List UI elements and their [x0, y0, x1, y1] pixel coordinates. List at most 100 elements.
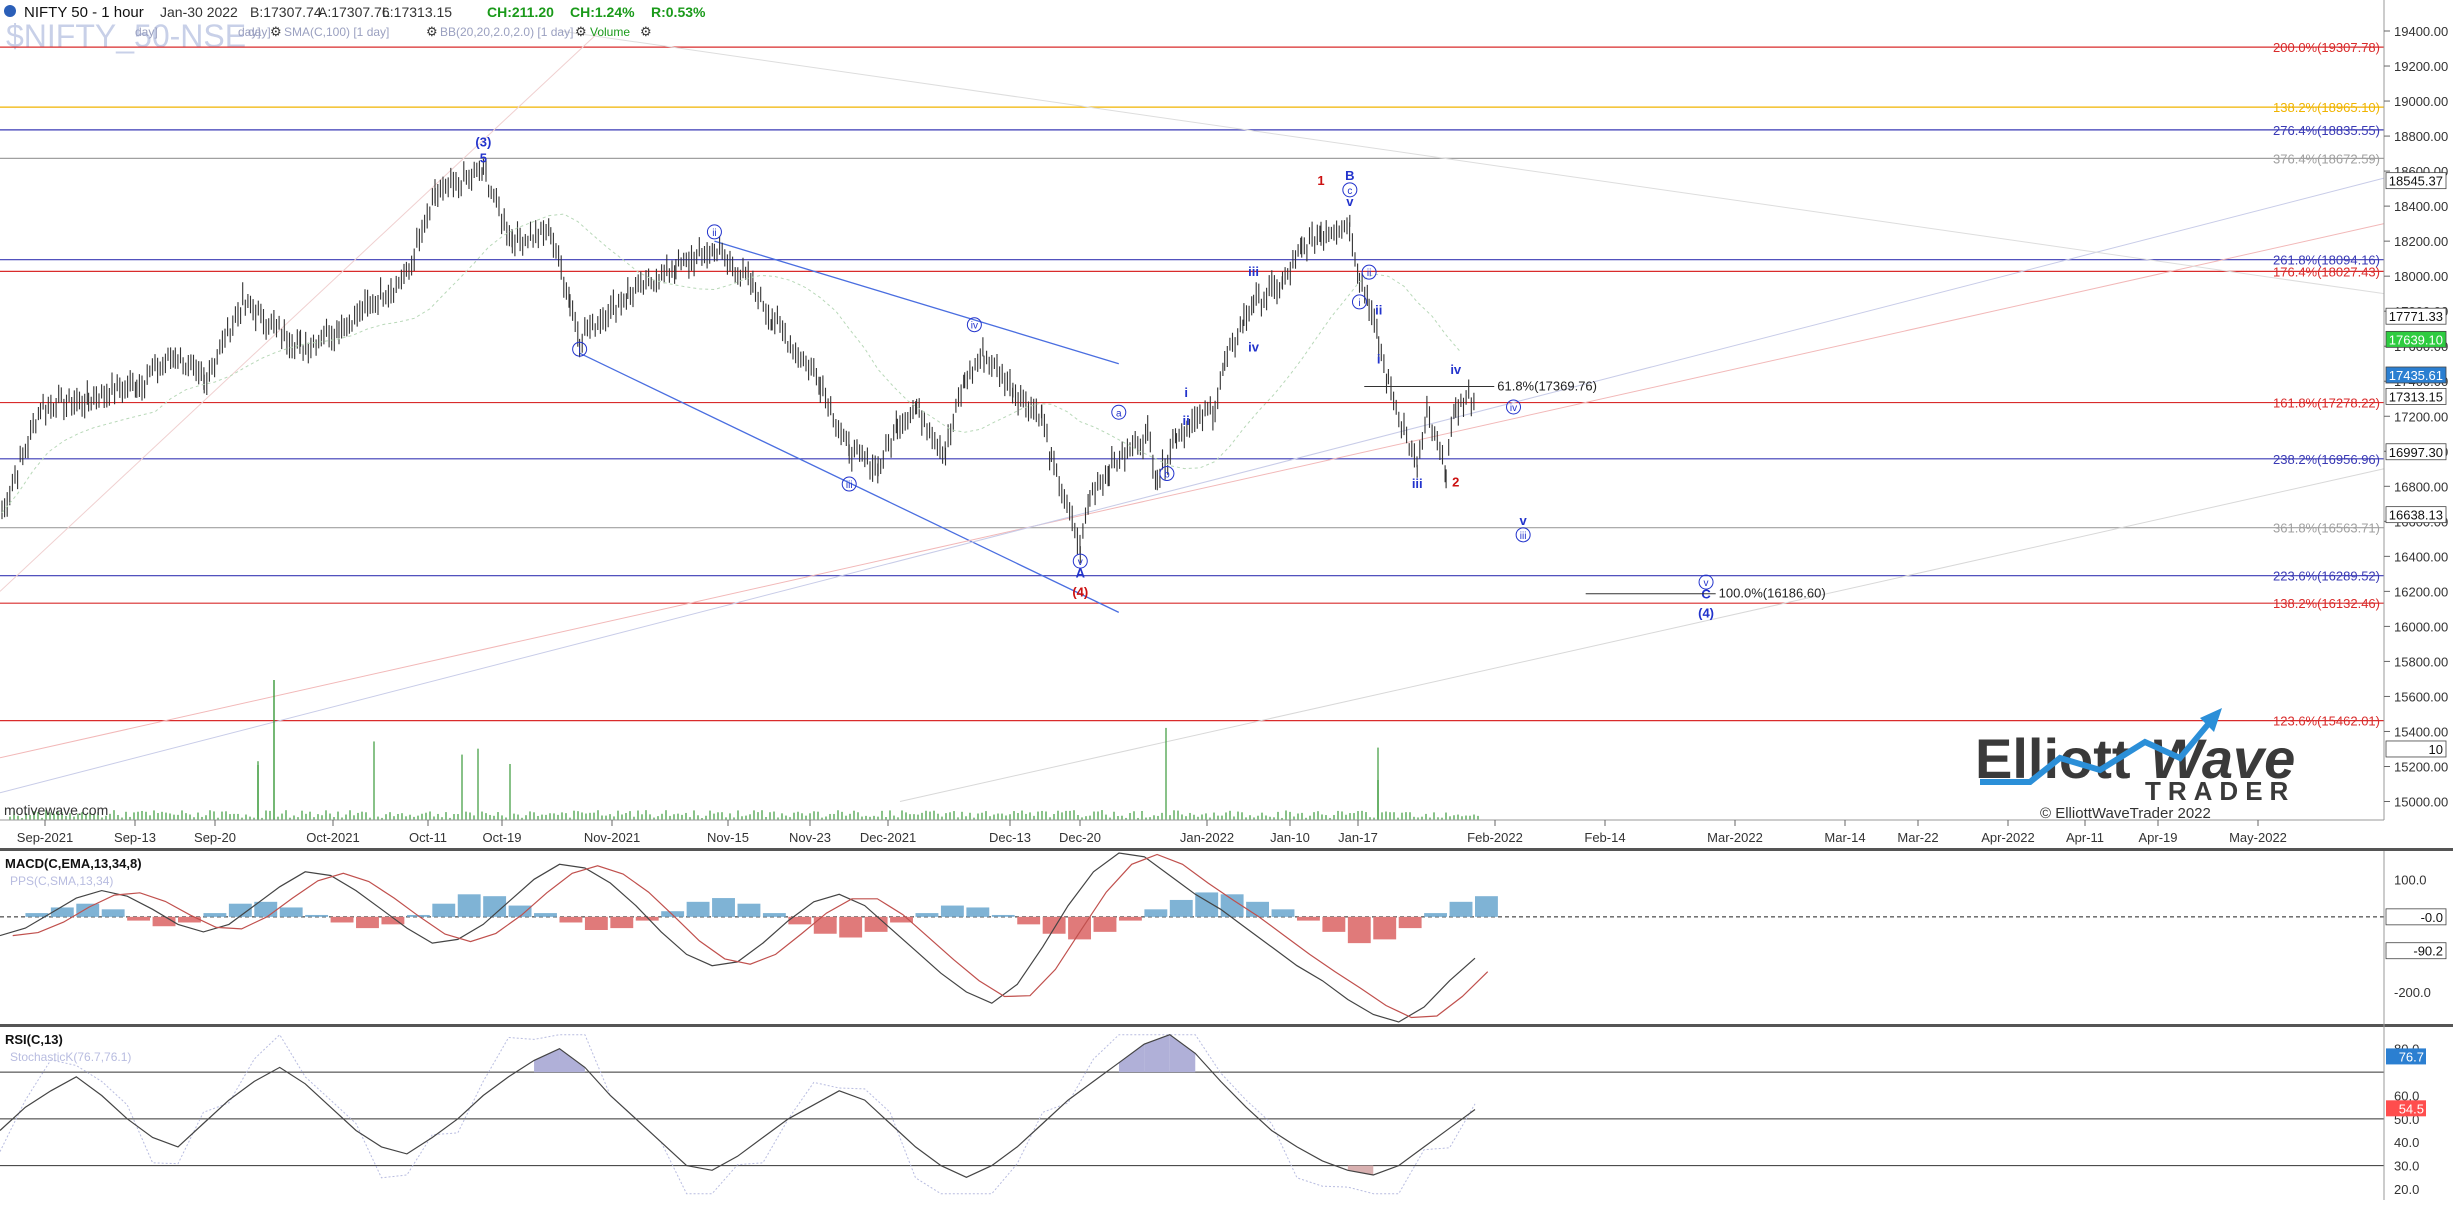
- time-tick-label: May-2022: [2229, 830, 2287, 845]
- symbol-watermark: $NIFTY_50-NSE: [6, 18, 246, 54]
- macd-histogram-bar: [76, 903, 100, 917]
- wave-label: i: [1377, 352, 1381, 367]
- macd-histogram-bar: [940, 905, 964, 917]
- macd-histogram-bar: [584, 916, 608, 930]
- fib-level-label: 361.8%(16563.71): [2273, 521, 2380, 536]
- gear-icon[interactable]: ⚙: [270, 24, 282, 39]
- time-tick-label: Apr-2022: [1981, 830, 2034, 845]
- macd-histogram-bar: [305, 914, 329, 917]
- wave-label: B: [1345, 168, 1354, 183]
- macd-zero-tag-label: -0.0: [2421, 910, 2443, 925]
- fib-level-label: 138.2%(16132.46): [2273, 596, 2380, 611]
- sma-indicator-label: SMA(C,100) [1 day]: [284, 25, 389, 39]
- price-tick-label: 19400.00: [2394, 24, 2448, 39]
- price-tag-label: 17435.61: [2389, 368, 2443, 383]
- macd-tick-label: 100.0: [2394, 872, 2427, 887]
- macd-histogram-bar: [178, 916, 201, 923]
- time-tick-label: Nov-2021: [584, 830, 640, 845]
- price-tick-label: 18800.00: [2394, 129, 2448, 144]
- price-tick-label: 16400.00: [2394, 549, 2448, 564]
- time-tick-label: Sep-2021: [17, 830, 73, 845]
- wave-label: iv: [971, 321, 978, 332]
- wave-label: iv: [1450, 362, 1462, 377]
- background: [0, 0, 2453, 1200]
- quote-range: R:0.53%: [651, 4, 706, 20]
- price-tick-label: 18400.00: [2394, 199, 2448, 214]
- macd-histogram-bar: [1093, 916, 1117, 932]
- price-tick-label: 18200.00: [2394, 234, 2448, 249]
- rsi-tick-label: 40.0: [2394, 1135, 2419, 1150]
- macd-histogram-bar: [1347, 916, 1371, 944]
- source-label: motivewave.com: [4, 802, 108, 818]
- time-tick-label: Apr-11: [2066, 830, 2104, 845]
- gear-icon[interactable]: ⚙: [575, 24, 587, 39]
- wave-label: iv: [1510, 403, 1517, 414]
- macd-histogram-bar: [534, 913, 557, 917]
- macd-histogram-bar: [1220, 894, 1244, 917]
- macd-histogram-bar: [279, 907, 303, 917]
- gear-icon[interactable]: ⚙: [426, 24, 438, 39]
- wave-label: ii: [1183, 413, 1190, 428]
- price-tag-label: 17313.15: [2389, 389, 2443, 404]
- price-tick-label: 15800.00: [2394, 654, 2448, 669]
- macd-histogram-bar: [1169, 899, 1193, 917]
- macd-title: MACD(C,EMA,13,34,8): [5, 856, 142, 871]
- time-tick-label: Oct-11: [409, 830, 447, 845]
- bb-indicator-label: BB(20,20,2.0,2.0) [1 day]: [440, 25, 573, 39]
- quote-change-pct: CH:1.24%: [570, 4, 635, 20]
- wave-label: ii: [712, 228, 716, 239]
- macd-histogram-bar: [1449, 901, 1473, 917]
- wave-label: (4): [1698, 606, 1714, 621]
- macd-histogram-bar: [1118, 916, 1142, 921]
- panel-divider[interactable]: [0, 1024, 2453, 1027]
- wave-label: ii: [1375, 303, 1382, 318]
- wave-label: iii: [1412, 476, 1423, 491]
- rsi-faint-legend: StochasticK(76.7,76.1): [10, 1050, 131, 1064]
- time-tick-label: Feb-14: [1584, 830, 1625, 845]
- macd-histogram-bar: [1398, 916, 1422, 929]
- symbol-icon[interactable]: [4, 5, 16, 17]
- time-tick-label: Jan-2022: [1180, 830, 1234, 845]
- time-tick-label: Dec-13: [989, 830, 1031, 845]
- wave-label: i: [1358, 298, 1360, 309]
- fib-level-label: 138.2%(18965.10): [2273, 100, 2380, 115]
- macd-histogram-bar: [457, 894, 481, 917]
- price-tick-label: 16000.00: [2394, 619, 2448, 634]
- time-tick-label: Jan-17: [1338, 830, 1378, 845]
- macd-tick-label: -200.0: [2394, 985, 2431, 1000]
- time-tick-label: Mar-2022: [1707, 830, 1763, 845]
- rsi-last-tag-label: 76.7: [2399, 1049, 2424, 1064]
- quote-bid: B:17307.74: [250, 4, 322, 20]
- time-tick-label: Nov-23: [789, 830, 831, 845]
- price-tag-label: 17771.33: [2389, 309, 2443, 324]
- chart-canvas[interactable]: $NIFTY_50-NSE 200.0%(19307.78) 138.2%(189…: [0, 0, 2453, 1200]
- wave-label: A: [1076, 565, 1086, 580]
- macd-histogram-bar: [127, 916, 151, 921]
- macd-histogram-bar: [356, 916, 379, 929]
- wave-label: 5: [480, 150, 487, 165]
- fib-level-label: 161.8%(17278.22): [2273, 396, 2380, 411]
- macd-histogram-bar: [432, 903, 456, 917]
- macd-last-tag-label: -90.2: [2413, 944, 2443, 959]
- time-tick-label: Sep-20: [194, 830, 236, 845]
- indicator-fragment: day]: [248, 25, 271, 39]
- price-tag-label: 16997.30: [2389, 445, 2443, 460]
- macd-histogram-bar: [712, 898, 735, 917]
- macd-histogram-bar: [254, 901, 278, 917]
- panel-divider[interactable]: [0, 848, 2453, 851]
- indicator-fragment: day]: [135, 25, 158, 39]
- rsi-tick-label: 30.0: [2394, 1159, 2419, 1174]
- gear-icon[interactable]: ⚙: [640, 24, 652, 39]
- time-tick-label: Feb-2022: [1467, 830, 1523, 845]
- fib-level-label: 238.2%(16956.96): [2273, 452, 2380, 467]
- macd-histogram-bar: [686, 901, 710, 917]
- fib-level-label: 376.4%(18672.59): [2273, 151, 2380, 166]
- price-tag-label: 17639.10: [2389, 332, 2443, 347]
- time-tick-label: Nov-15: [707, 830, 749, 845]
- wave-label: (4): [1072, 585, 1088, 600]
- copyright: © ElliottWaveTrader 2022: [2040, 805, 2211, 822]
- macd-faint-legend: PPS(C,SMA,13,34): [10, 874, 113, 888]
- volume-indicator-label: Volume: [590, 25, 630, 39]
- price-tag-label: 16638.13: [2389, 508, 2443, 523]
- wave-label: iii: [846, 480, 853, 491]
